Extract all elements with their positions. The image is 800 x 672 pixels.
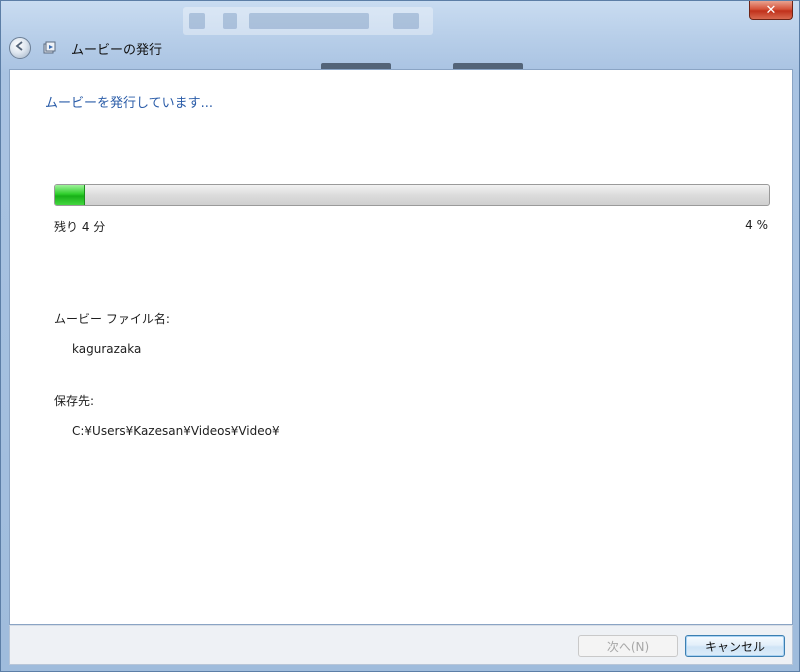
close-icon: ✕	[765, 2, 777, 18]
save-location-label: 保存先:	[54, 394, 95, 408]
movie-file-name-value: kagurazaka	[72, 342, 142, 356]
title-bar: ムービーの発行	[9, 33, 509, 63]
window-title: ムービーの発行	[71, 42, 163, 58]
next-button[interactable]: 次へ(N)	[578, 635, 678, 657]
back-button[interactable]	[9, 37, 31, 59]
page-heading: ムービーを発行しています...	[45, 96, 214, 111]
movie-file-name-label: ムービー ファイル名:	[54, 312, 170, 326]
time-remaining: 残り 4 分	[54, 220, 106, 234]
wizard-footer: 次へ(N) キャンセル	[9, 625, 793, 665]
close-button[interactable]: ✕	[749, 1, 793, 20]
save-location-value: C:¥Users¥Kazesan¥Videos¥Video¥	[72, 424, 280, 438]
progress-fill	[55, 185, 85, 205]
progress-percent: 4 %	[745, 218, 768, 232]
movie-publish-icon	[41, 39, 59, 57]
window-frame: ✕ ムービーの発行 ムービーを発行しています... 残り 4 分 4 % ムービ…	[0, 0, 800, 672]
publish-progress-bar	[54, 184, 770, 206]
background-window-toolbar	[183, 7, 433, 35]
back-arrow-icon	[14, 40, 26, 56]
wizard-content: ムービーを発行しています... 残り 4 分 4 % ムービー ファイル名: k…	[9, 69, 793, 625]
cancel-button[interactable]: キャンセル	[685, 635, 785, 657]
